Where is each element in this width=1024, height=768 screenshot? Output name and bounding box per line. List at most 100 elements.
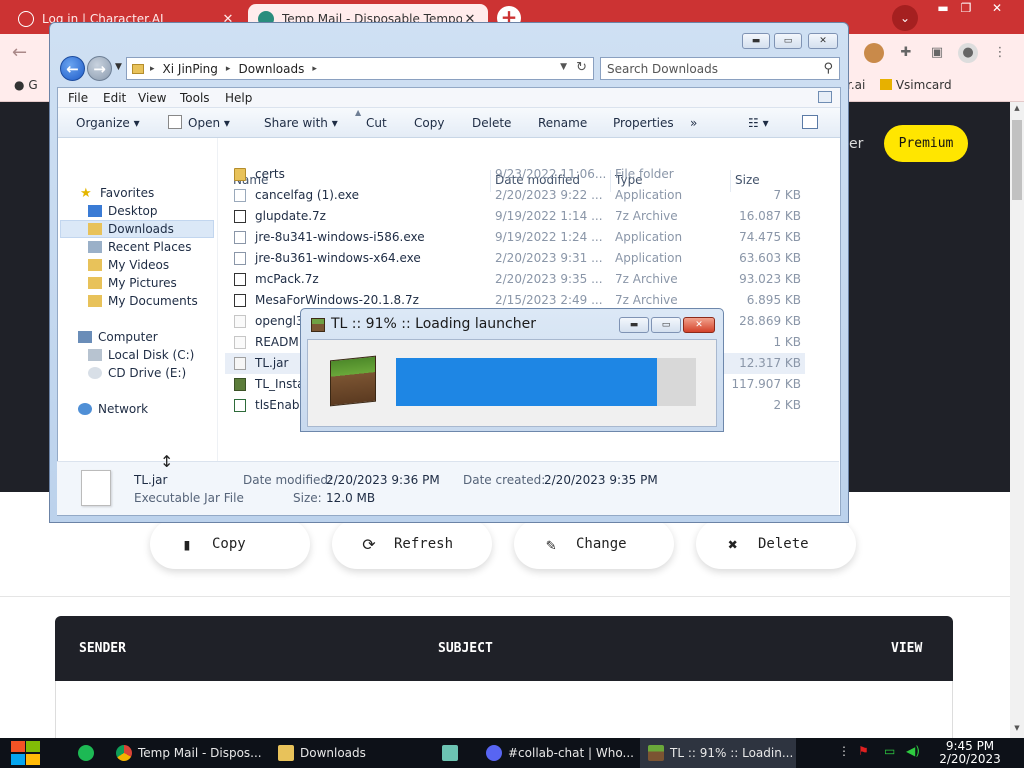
organize-button[interactable]: Organize ▾: [76, 116, 140, 130]
breadcrumb-downloads[interactable]: Downloads: [238, 62, 304, 76]
file-size: 16.087 KB: [739, 209, 801, 223]
grass-block-icon: [330, 355, 376, 407]
file-date-modified: 2/20/2023 9:35 ...: [495, 272, 603, 286]
profile-avatar-small-icon[interactable]: [864, 43, 884, 63]
tray-overflow-icon[interactable]: ⋮: [838, 744, 850, 758]
explorer-close-button[interactable]: ✕: [808, 33, 838, 49]
jar-file-large-icon: [81, 470, 111, 506]
breadcrumb-separator-icon: ▸: [150, 63, 155, 74]
window-close-button[interactable]: ✕: [982, 0, 1012, 18]
delete-button[interactable]: Delete: [472, 116, 511, 130]
tray-network-icon[interactable]: ▭: [884, 744, 895, 758]
file-name: certs: [255, 167, 285, 181]
nav-my-pictures[interactable]: My Pictures: [88, 274, 177, 292]
taskbar-launcher[interactable]: TL :: 91% :: Loadin...: [640, 738, 796, 768]
launcher-maximize-button[interactable]: ▭: [651, 317, 681, 333]
taskbar-pinned-app[interactable]: [70, 738, 102, 768]
properties-button[interactable]: Properties: [613, 116, 674, 130]
bookmark-item[interactable]: Vsimcard: [880, 78, 952, 92]
change-view-icon[interactable]: ☷ ▾: [748, 116, 769, 130]
file-type: 7z Archive: [615, 272, 678, 286]
puzzle-extensions-icon[interactable]: ✚: [896, 43, 916, 63]
more-commands-button[interactable]: »: [690, 116, 697, 130]
taskbar-discord[interactable]: #collab-chat | Who...: [478, 738, 634, 768]
breadcrumb-separator-icon: ▸: [225, 63, 231, 74]
taskbar-clock[interactable]: 9:45 PM 2/20/2023: [938, 740, 1002, 766]
nav-network[interactable]: Network: [78, 400, 148, 418]
folder-icon: [88, 259, 102, 271]
menu-view[interactable]: View: [138, 91, 166, 105]
menu-file[interactable]: File: [68, 91, 88, 105]
scroll-up-arrow-icon[interactable]: ▲: [1010, 104, 1024, 112]
scroll-down-arrow-icon[interactable]: ▼: [1010, 724, 1024, 732]
explorer-refresh-icon[interactable]: ↻: [576, 60, 587, 75]
copy-button[interactable]: Copy: [414, 116, 444, 130]
file-row[interactable]: certs 9/23/2022 11:06... File folder: [225, 164, 805, 185]
chrome-icon: [116, 745, 132, 761]
menu-tools[interactable]: Tools: [180, 91, 210, 105]
tab-search-chevron-down-icon[interactable]: ⌄: [892, 5, 918, 31]
folder-icon: [88, 277, 102, 289]
open-button[interactable]: Open ▾: [188, 116, 230, 130]
cut-button[interactable]: Cut: [366, 116, 387, 130]
recent-locations-chevron-down-icon[interactable]: ▼: [115, 62, 122, 72]
address-bar[interactable]: ▸ Xi JinPing ▸ Downloads ▸ ▼ ↻: [126, 57, 594, 80]
file-row[interactable]: jre-8u341-windows-i586.exe 9/19/2022 1:24…: [225, 227, 805, 248]
file-row[interactable]: cancelfag (1).exe 2/20/2023 9:22 ... Appli…: [225, 185, 805, 206]
change-email-button[interactable]: ✎ Change: [514, 519, 674, 569]
start-windows-icon[interactable]: [10, 740, 42, 766]
rename-button[interactable]: Rename: [538, 116, 587, 130]
side-panel-icon[interactable]: ▣: [927, 43, 947, 63]
cd-drive-icon: [88, 367, 102, 379]
preview-pane-icon[interactable]: [802, 115, 818, 129]
nav-my-documents[interactable]: My Documents: [88, 292, 198, 310]
launcher-close-button[interactable]: ✕: [683, 317, 715, 333]
menu-edit[interactable]: Edit: [103, 91, 126, 105]
bookmark-item[interactable]: ● G: [14, 78, 38, 92]
file-row[interactable]: mcPack.7z 2/20/2023 9:35 ... 7z Archive 93.…: [225, 269, 805, 290]
explorer-forward-button[interactable]: →: [87, 56, 112, 81]
tray-volume-icon[interactable]: ◀): [906, 744, 920, 758]
nav-my-videos[interactable]: My Videos: [88, 256, 169, 274]
menu-help[interactable]: Help: [225, 91, 252, 105]
scrollbar-thumb[interactable]: [1012, 120, 1022, 200]
window-restore-button[interactable]: ❐: [951, 0, 981, 18]
share-with-button[interactable]: Share with ▾: [264, 116, 338, 130]
resize-cursor-icon: ↕: [160, 452, 174, 471]
details-date-created-label: Date created:: [463, 473, 546, 487]
taskbar-chrome[interactable]: Temp Mail - Dispos...: [108, 738, 266, 768]
back-arrow-icon[interactable]: ←: [12, 42, 27, 63]
nav-local-disk[interactable]: Local Disk (C:): [88, 346, 194, 364]
nav-cd-drive[interactable]: CD Drive (E:): [88, 364, 186, 382]
taskbar-downloads[interactable]: Downloads: [270, 738, 420, 768]
breadcrumb-user[interactable]: Xi JinPing: [163, 62, 218, 76]
explorer-search-input[interactable]: Search Downloads ⚲: [600, 57, 840, 80]
premium-button[interactable]: Premium: [884, 125, 968, 162]
delete-email-button[interactable]: ✖ Delete: [696, 519, 856, 569]
tray-flag-icon[interactable]: ⚑: [858, 744, 869, 758]
details-filename: TL.jar: [134, 473, 168, 487]
file-row[interactable]: jre-8u361-windows-x64.exe 2/20/2023 9:31 …: [225, 248, 805, 269]
nav-desktop[interactable]: Desktop: [88, 202, 158, 220]
address-dropdown-chevron-down-icon[interactable]: ▼: [560, 62, 567, 72]
folder-icon: [88, 295, 102, 307]
kebab-menu-icon[interactable]: ⋮: [990, 43, 1010, 63]
file-row[interactable]: glupdate.7z 9/19/2022 1:14 ... 7z Archive 1…: [225, 206, 805, 227]
refresh-inbox-button[interactable]: ⟳ Refresh: [332, 519, 492, 569]
search-icon[interactable]: ⚲: [823, 61, 833, 76]
taskbar-pinned-app[interactable]: [434, 738, 474, 768]
nav-downloads[interactable]: Downloads: [60, 220, 214, 238]
profile-icon[interactable]: ●: [958, 43, 978, 63]
launcher-minimize-button[interactable]: ▬: [619, 317, 649, 333]
nav-computer[interactable]: Computer: [78, 328, 158, 346]
explorer-back-button[interactable]: ←: [60, 56, 85, 81]
minecraft-icon: [648, 745, 664, 761]
layout-pane-icon[interactable]: [818, 91, 832, 103]
explorer-maximize-button[interactable]: ▭: [774, 33, 802, 49]
page-scrollbar[interactable]: ▲ ▼: [1010, 102, 1024, 738]
nav-favorites[interactable]: ★ Favorites: [80, 184, 154, 202]
explorer-minimize-button[interactable]: ▬: [742, 33, 770, 49]
bookmark-item[interactable]: r.ai: [847, 78, 865, 92]
nav-recent-places[interactable]: Recent Places: [88, 238, 191, 256]
copy-email-button[interactable]: ▮ Copy: [150, 519, 310, 569]
